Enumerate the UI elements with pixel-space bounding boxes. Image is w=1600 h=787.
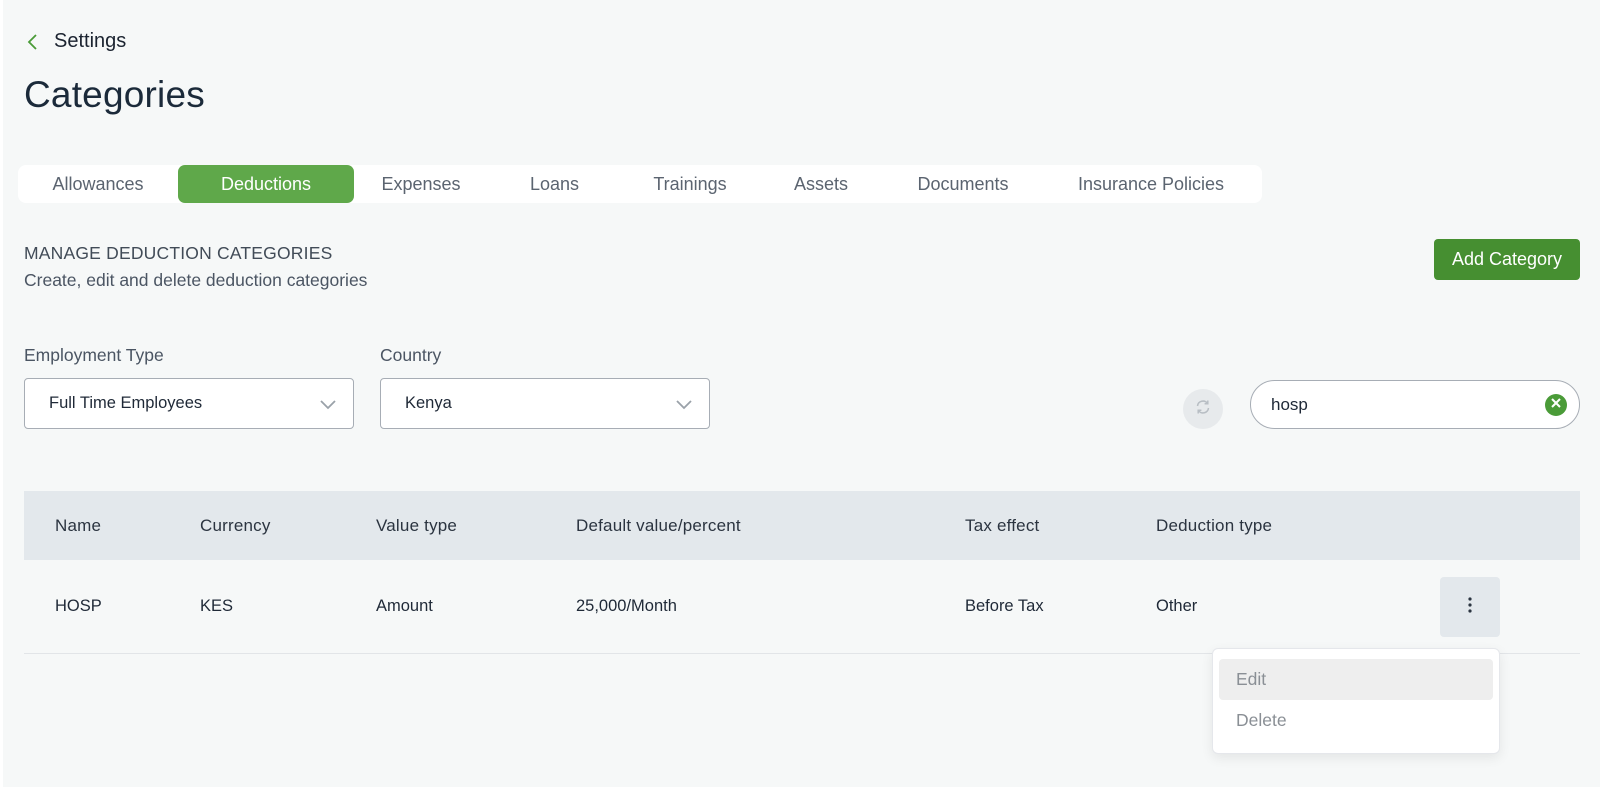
header-tax-effect: Tax effect: [965, 515, 1040, 535]
chevron-left-icon: [26, 33, 40, 51]
refresh-button[interactable]: [1183, 389, 1223, 429]
more-vertical-icon: [1467, 596, 1473, 619]
header-deduction-type: Deduction type: [1156, 515, 1273, 535]
section-heading: MANAGE DEDUCTION CATEGORIES: [24, 243, 333, 263]
employment-type-value: Full Time Employees: [49, 394, 203, 412]
cell-tax-effect: Before Tax: [965, 597, 1044, 615]
page-edge: [0, 0, 3, 787]
tab-insurance-policies[interactable]: Insurance Policies: [1043, 165, 1259, 203]
back-to-settings-link[interactable]: Settings: [26, 30, 126, 53]
search-input[interactable]: [1271, 394, 1545, 415]
table-row: HOSP KES Amount 25,000/Month Before Tax …: [24, 560, 1580, 654]
row-actions-button[interactable]: [1440, 577, 1500, 637]
chevron-down-icon: [319, 398, 337, 410]
table-header-row: Name Currency Value type Default value/p…: [24, 491, 1580, 560]
country-select[interactable]: Kenya: [380, 378, 710, 429]
add-category-button[interactable]: Add Category: [1434, 239, 1580, 280]
row-actions-menu: Edit Delete: [1212, 648, 1500, 754]
tab-assets[interactable]: Assets: [759, 165, 883, 203]
cell-currency: KES: [200, 597, 234, 615]
cell-deduction-type: Other: [1156, 597, 1198, 615]
cell-default-value: 25,000/Month: [576, 597, 677, 615]
search-box: [1250, 380, 1580, 429]
back-link-label: Settings: [54, 30, 127, 52]
employment-type-label: Employment Type: [24, 345, 164, 365]
tab-expenses[interactable]: Expenses: [354, 165, 488, 203]
header-currency: Currency: [200, 515, 271, 535]
section-subheading: Create, edit and delete deduction catego…: [24, 270, 368, 290]
clear-search-button[interactable]: [1545, 393, 1567, 416]
categories-table: Name Currency Value type Default value/p…: [24, 491, 1580, 654]
tab-trainings[interactable]: Trainings: [621, 165, 759, 203]
country-label: Country: [380, 345, 442, 365]
menu-item-edit[interactable]: Edit: [1219, 659, 1493, 700]
cell-value-type: Amount: [376, 597, 433, 615]
tab-loans[interactable]: Loans: [488, 165, 621, 203]
header-name: Name: [55, 515, 102, 535]
chevron-down-icon: [675, 398, 693, 410]
cell-name: HOSP: [55, 597, 102, 615]
tab-allowances[interactable]: Allowances: [18, 165, 178, 203]
category-tabs: Allowances Deductions Expenses Loans Tra…: [18, 165, 1262, 203]
menu-item-delete[interactable]: Delete: [1219, 700, 1493, 741]
tab-deductions[interactable]: Deductions: [178, 165, 354, 203]
employment-type-select[interactable]: Full Time Employees: [24, 378, 354, 429]
clear-icon: [1550, 396, 1562, 414]
country-value: Kenya: [405, 394, 452, 412]
header-value-type: Value type: [376, 515, 458, 535]
page-title: Categories: [24, 74, 205, 115]
header-default-value: Default value/percent: [576, 515, 741, 535]
refresh-icon: [1194, 398, 1212, 421]
tab-documents[interactable]: Documents: [883, 165, 1043, 203]
